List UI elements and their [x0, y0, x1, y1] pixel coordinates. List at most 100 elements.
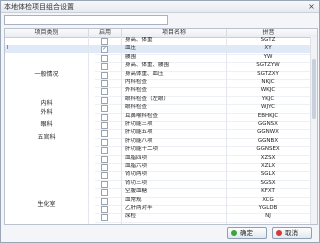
cancel-button[interactable]: 取消: [272, 227, 312, 239]
category-label: 五官科: [37, 133, 56, 141]
enabled-checkbox[interactable]: [101, 71, 108, 79]
item-code: SGTZYW: [256, 62, 280, 69]
item-code: WJYC: [261, 104, 275, 111]
scrollbar-thumb[interactable]: [312, 59, 316, 119]
vertical-scrollbar[interactable]: [310, 37, 317, 224]
close-button[interactable]: ×: [306, 2, 317, 11]
enabled-checkbox[interactable]: [101, 214, 108, 222]
column-divider: [226, 37, 227, 224]
item-code: XZSX: [260, 154, 276, 161]
item-code: EBHKJC: [257, 112, 279, 119]
enabled-checkbox[interactable]: ✓: [101, 46, 108, 54]
table-row[interactable]: 肝功能十二项 GGNSEX: [5, 146, 317, 155]
item-code: SGTZXY: [257, 70, 279, 77]
current-row-marker: I: [7, 45, 9, 52]
enabled-checkbox[interactable]: [101, 180, 108, 188]
grid-body: 身高、体重 SGTZ ✓ 血压 XY 腰围 YW 身高、体重、腰围 SGTZYW 身高体重、血压 S…: [5, 37, 317, 224]
table-row[interactable]: 空腹血糖 KFXT: [5, 188, 317, 197]
table-row[interactable]: 肾功两项 SGLX: [5, 171, 317, 180]
enabled-checkbox[interactable]: [101, 138, 108, 146]
enabled-checkbox[interactable]: [101, 147, 108, 155]
item-code: YW: [263, 53, 273, 60]
ok-button[interactable]: 确定: [227, 227, 267, 239]
item-name: 肝功能五项: [125, 129, 153, 136]
enabled-checkbox[interactable]: [101, 172, 108, 180]
column-header-code[interactable]: 拼音: [227, 29, 310, 37]
dialog-window: 本地体检项目组合设置 × 项目类别 启用 项目名称 拼音 身高、体重 SGTZ ✓ 血…: [0, 0, 320, 243]
category-label: 眼科: [40, 121, 53, 129]
table-row[interactable]: 腰围 YW: [5, 54, 317, 62]
ok-button-label: 确定: [240, 229, 253, 237]
table-row[interactable]: 肾功三项 SGSX: [5, 180, 317, 188]
column-header-category[interactable]: 项目类别: [5, 29, 89, 37]
item-code: GGNBX: [257, 137, 279, 144]
item-code: SGTZ: [260, 37, 276, 43]
item-name: 乙肝两对半: [125, 205, 153, 211]
enabled-checkbox[interactable]: [101, 122, 108, 129]
column-header-name[interactable]: 项目名称: [122, 29, 227, 37]
enabled-checkbox[interactable]: [101, 96, 108, 104]
table-row[interactable]: 血脂四项 XZSX: [5, 155, 317, 163]
item-name: 血常规: [125, 196, 142, 203]
row-divider: [95, 221, 317, 223]
item-code: GGNWX: [257, 129, 279, 136]
enabled-checkbox[interactable]: [101, 164, 108, 171]
item-name: 血压: [125, 45, 137, 52]
item-name: 空腹血糖: [125, 188, 148, 195]
column-header-enabled[interactable]: 启用: [89, 29, 122, 37]
item-name: 身高、体重: [125, 37, 153, 43]
item-name: 内科检查: [125, 79, 148, 85]
table-row[interactable]: 内科检查 NKJC: [5, 79, 317, 87]
table-row[interactable]: 尿检 NJ: [5, 213, 317, 222]
enabled-checkbox[interactable]: [101, 155, 108, 163]
item-code: YGLDB: [258, 205, 278, 211]
table-row[interactable]: 身高、体重 SGTZ: [5, 37, 317, 45]
item-code: XZLX: [260, 163, 276, 169]
combo-items-grid: 项目类别 启用 项目名称 拼音 身高、体重 SGTZ ✓ 血压 XY 腰围 YW 身高、体重、…: [4, 28, 318, 225]
enabled-checkbox[interactable]: [101, 105, 108, 113]
title-bar[interactable]: 本地体检项目组合设置 ×: [1, 1, 319, 13]
item-code: WKJC: [260, 87, 276, 94]
enabled-checkbox[interactable]: [101, 80, 108, 87]
item-name: 肾功三项: [125, 179, 148, 186]
item-name: 身高体重、血压: [125, 70, 164, 77]
item-code: GGNSX: [258, 121, 278, 127]
checkmark-icon: [231, 230, 237, 236]
item-name: 肝功能三项: [125, 121, 153, 127]
cancel-icon: [276, 230, 282, 236]
item-code: NKJC: [261, 79, 275, 85]
enabled-checkbox[interactable]: [101, 130, 108, 138]
table-row[interactable]: 血脂六项 XZLX: [5, 163, 317, 171]
window-title: 本地体检项目组合设置: [4, 3, 74, 11]
enabled-checkbox[interactable]: [101, 189, 108, 197]
item-name: 肝功能十二项: [125, 146, 159, 153]
search-input[interactable]: [4, 15, 168, 25]
item-name: 眼科检查（左眼）: [125, 95, 170, 102]
item-name: 外科检查: [125, 87, 148, 94]
item-code: SGLX: [260, 171, 276, 178]
table-row[interactable]: 身高、体重、腰围 SGTZYW: [5, 62, 317, 71]
column-divider: [121, 37, 122, 224]
category-label: 生化室: [37, 201, 56, 208]
item-code: YKJC: [261, 95, 275, 102]
item-code: SGSX: [260, 179, 276, 186]
category-label: 一般情况: [34, 70, 59, 78]
enabled-checkbox[interactable]: [101, 54, 108, 62]
item-code: XCG: [262, 196, 274, 203]
item-name: 耳鼻喉科检查: [125, 112, 159, 119]
item-name: 肾功两项: [125, 171, 148, 178]
category-label: 外科: [40, 108, 53, 116]
enabled-checkbox[interactable]: [101, 38, 108, 45]
enabled-checkbox[interactable]: [101, 197, 108, 205]
enabled-checkbox[interactable]: [101, 63, 108, 71]
table-row[interactable]: 外科检查 WKJC: [5, 87, 317, 96]
item-name: 尿检: [125, 213, 137, 220]
item-name: 身高、体重、腰围: [125, 62, 170, 69]
cancel-button-label: 取消: [285, 229, 298, 237]
enabled-checkbox[interactable]: [101, 88, 108, 96]
table-row[interactable]: ✓ 血压 XY: [5, 45, 317, 54]
enabled-checkbox[interactable]: [101, 113, 108, 121]
item-name: 肝功能八项: [125, 137, 153, 144]
item-code: XY: [264, 45, 272, 52]
enabled-checkbox[interactable]: [101, 206, 108, 213]
